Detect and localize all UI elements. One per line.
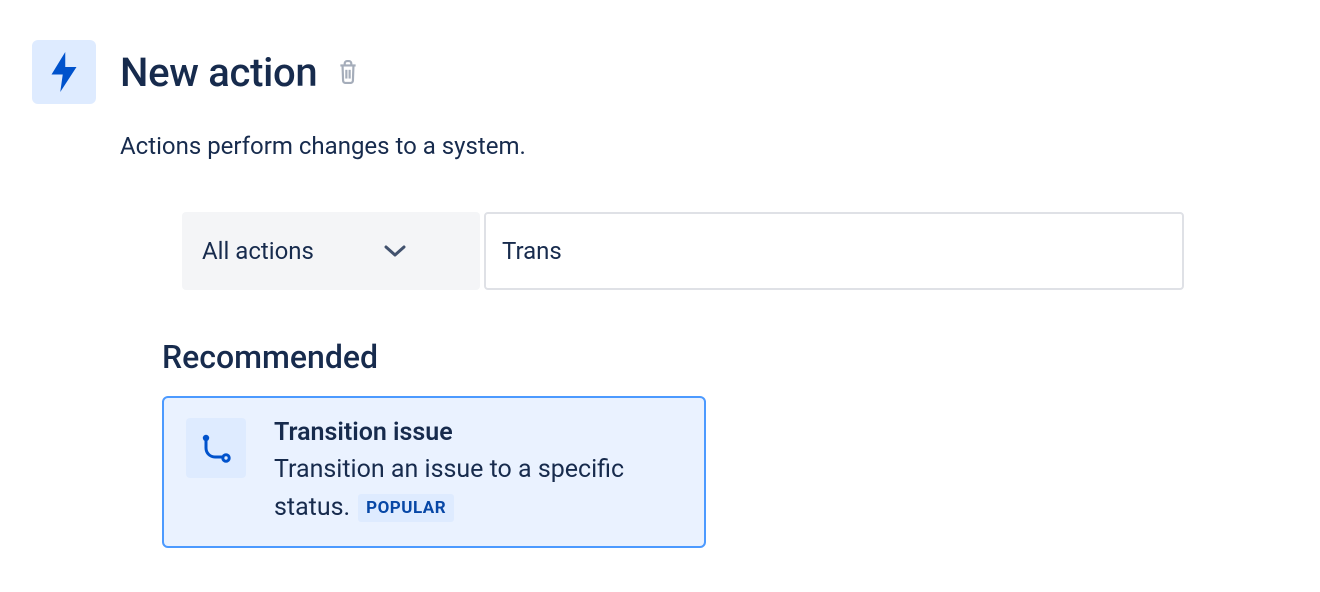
action-card-transition-issue[interactable]: Transition issue Transition an issue to … (162, 396, 706, 548)
search-input[interactable] (484, 212, 1184, 290)
title-row: New action (120, 49, 363, 96)
popular-badge: POPULAR (358, 494, 454, 522)
trash-icon (337, 60, 359, 84)
action-icon-box (32, 40, 96, 104)
card-body: Transition issue Transition an issue to … (274, 418, 682, 526)
card-desc-row: Transition an issue to a specific status… (274, 451, 682, 526)
chevron-down-icon (384, 244, 406, 258)
page-subtitle: Actions perform changes to a system. (120, 132, 1288, 160)
filter-row: All actions (182, 212, 1288, 290)
page-title: New action (120, 49, 317, 96)
section-heading: Recommended (162, 338, 1288, 376)
transition-icon (199, 431, 233, 465)
header-row: New action (32, 40, 1288, 104)
card-icon-box (186, 418, 246, 478)
actions-filter-dropdown[interactable]: All actions (182, 212, 480, 290)
dropdown-label: All actions (202, 237, 314, 265)
delete-button[interactable] (333, 56, 363, 88)
card-title: Transition issue (274, 418, 682, 447)
lightning-icon (49, 52, 79, 92)
